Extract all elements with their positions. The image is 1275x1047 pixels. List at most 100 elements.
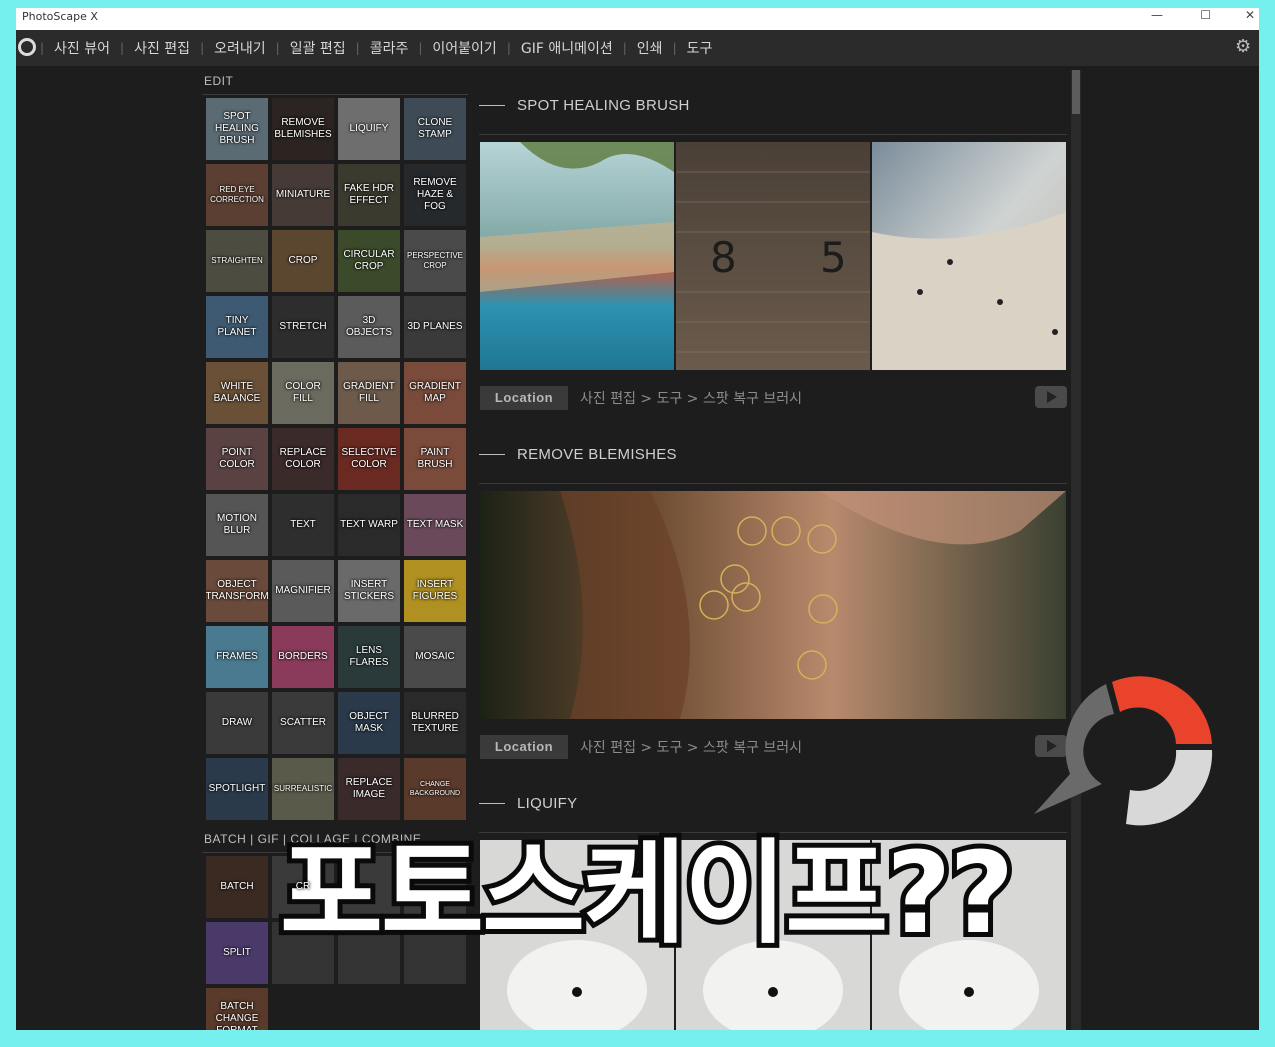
section-title-remove-blemishes: REMOVE BLEMISHES <box>517 446 677 463</box>
tool-tile-label: POINT COLOR <box>219 447 255 470</box>
tool-tile-label: REMOVE HAZE & FOG <box>413 177 457 212</box>
tool-tile-tiny-planet[interactable]: TINY PLANET <box>206 296 268 358</box>
tool-tile-blurred-texture[interactable]: BLURRED TEXTURE <box>404 692 466 754</box>
tool-tile-selective-color[interactable]: SELECTIVE COLOR <box>338 428 400 490</box>
location-bar: Location 사진 편집 > 도구 > 스팟 복구 브러시 <box>480 735 1067 759</box>
tool-tile-insert-figures[interactable]: INSERT FIGURES <box>404 560 466 622</box>
tool-tile-draw[interactable]: DRAW <box>206 692 268 754</box>
tool-tile-label: FAKE HDR EFFECT <box>343 183 394 206</box>
tool-tile-paint-brush[interactable]: PAINT BRUSH <box>404 428 466 490</box>
tool-tile-color-fill[interactable]: COLOR FILL <box>272 362 334 424</box>
tool-tile-fake-hdr-effect[interactable]: FAKE HDR EFFECT <box>338 164 400 226</box>
divider <box>479 134 1067 135</box>
tool-tile-object-transform[interactable]: OBJECT TRANSFORM <box>206 560 268 622</box>
tool-tile-gradient-map[interactable]: GRADIENT MAP <box>404 362 466 424</box>
edit-tools-grid: SPOT HEALING BRUSH REMOVE BLEMISHES LIQUIF… <box>206 98 466 820</box>
location-bar: Location 사진 편집 > 도구 > 스팟 복구 브러시 <box>480 386 1067 410</box>
divider <box>202 94 468 95</box>
tool-tile-straighten[interactable]: STRAIGHTEN <box>206 230 268 292</box>
remove-blemishes-preview-image <box>480 491 1066 719</box>
tool-tile-label: 3D PLANES <box>407 321 463 332</box>
tool-tile-insert-stickers[interactable]: INSERT STICKERS <box>338 560 400 622</box>
app-logo-icon[interactable] <box>18 38 36 56</box>
menu-tools[interactable]: 도구 <box>677 38 723 58</box>
tool-tile-label: SELECTIVE COLOR <box>341 447 397 470</box>
tool-tile-label: 3D OBJECTS <box>345 315 393 338</box>
location-tag: Location <box>480 386 568 410</box>
tool-tile-batch[interactable]: BATCH <box>206 856 268 918</box>
tool-tile-text[interactable]: TEXT <box>272 494 334 556</box>
scrollbar-thumb[interactable] <box>1072 70 1080 114</box>
tool-tile-surrealistic[interactable]: SURREALISTIC <box>272 758 334 820</box>
tool-tile-label: GRADIENT MAP <box>409 381 461 404</box>
window-title: PhotoScape X <box>22 10 98 23</box>
tool-tile-3d-planes[interactable]: 3D PLANES <box>404 296 466 358</box>
tool-tile-change-background[interactable]: CHANGE BACKGROUND <box>404 758 466 820</box>
tool-tile-text-mask[interactable]: TEXT MASK <box>404 494 466 556</box>
tool-tile-label: SURREALISTIC <box>273 784 333 793</box>
tool-tile-label: CIRCULAR CROP <box>343 249 395 272</box>
tool-tile-label: STRETCH <box>279 321 327 332</box>
tool-tile-circular-crop[interactable]: CIRCULAR CROP <box>338 230 400 292</box>
menu-photo-editor[interactable]: 사진 편집 <box>124 38 200 58</box>
tool-tile-label: TEXT <box>290 519 316 530</box>
tool-tile-miniature[interactable]: MINIATURE <box>272 164 334 226</box>
tool-tile-remove-haze-fog[interactable]: REMOVE HAZE & FOG <box>404 164 466 226</box>
tool-tile-label: OBJECT TRANSFORM <box>206 579 268 602</box>
tool-tile-gradient-fill[interactable]: GRADIENT FILL <box>338 362 400 424</box>
tool-tile-perspective-crop[interactable]: PERSPECTIVE CROP <box>404 230 466 292</box>
tool-tile-point-color[interactable]: POINT COLOR <box>206 428 268 490</box>
divider <box>479 483 1067 484</box>
vertical-scrollbar[interactable] <box>1071 70 1081 1030</box>
menu-print[interactable]: 인쇄 <box>627 38 673 58</box>
tool-tile-remove-blemishes[interactable]: REMOVE BLEMISHES <box>272 98 334 160</box>
menu-collage[interactable]: 콜라주 <box>360 38 419 58</box>
tool-tile-borders[interactable]: BORDERS <box>272 626 334 688</box>
tool-tile-label: PERSPECTIVE CROP <box>406 251 463 270</box>
tool-tile-magnifier[interactable]: MAGNIFIER <box>272 560 334 622</box>
section-title-spot-healing: SPOT HEALING BRUSH <box>517 97 690 114</box>
tool-tile-label: MAGNIFIER <box>275 585 331 596</box>
menu-batch[interactable]: 일괄 편집 <box>280 38 356 58</box>
tool-tile-text-warp[interactable]: TEXT WARP <box>338 494 400 556</box>
tool-tile-mosaic[interactable]: MOSAIC <box>404 626 466 688</box>
tool-tile-label: GRADIENT FILL <box>343 381 395 404</box>
tool-tile-frames[interactable]: FRAMES <box>206 626 268 688</box>
video-play-icon[interactable] <box>1035 386 1067 408</box>
tool-tile-label: REMOVE BLEMISHES <box>274 117 332 140</box>
maximize-button[interactable]: ☐ <box>1200 8 1211 22</box>
tool-tile-replace-image[interactable]: REPLACE IMAGE <box>338 758 400 820</box>
tool-tile-label: OBJECT MASK <box>349 711 389 734</box>
close-button[interactable]: ✕ <box>1245 8 1255 22</box>
location-tag: Location <box>480 735 568 759</box>
tool-tile-motion-blur[interactable]: MOTION BLUR <box>206 494 268 556</box>
tool-tile-crop[interactable]: CROP <box>272 230 334 292</box>
tool-tile-split[interactable]: SPLIT <box>206 922 268 984</box>
settings-gear-icon[interactable]: ⚙ <box>1235 38 1253 56</box>
tool-tile-label: TEXT WARP <box>340 519 398 530</box>
tool-tile-scatter[interactable]: SCATTER <box>272 692 334 754</box>
tool-tile-batch-change-format[interactable]: BATCH CHANGE FORMAT <box>206 988 268 1030</box>
spot-healing-preview-image: 8 5 <box>480 142 1066 370</box>
menu-combine[interactable]: 이어붙이기 <box>422 38 506 58</box>
tool-tile-label: CHANGE BACKGROUND <box>409 781 461 797</box>
tool-tile-object-mask[interactable]: OBJECT MASK <box>338 692 400 754</box>
tool-tile-spotlight[interactable]: SPOTLIGHT <box>206 758 268 820</box>
menu-cut-out[interactable]: 오려내기 <box>204 38 276 58</box>
tool-tile-red-eye-correction[interactable]: RED EYE CORRECTION <box>206 164 268 226</box>
heading-dash <box>479 803 505 804</box>
tool-tile-replace-color[interactable]: REPLACE COLOR <box>272 428 334 490</box>
tool-tile-lens-flares[interactable]: LENS FLARES <box>338 626 400 688</box>
tool-tile-3d-objects[interactable]: 3D OBJECTS <box>338 296 400 358</box>
tool-tile-label: BLURRED TEXTURE <box>411 711 459 734</box>
menu-photo-viewer[interactable]: 사진 뷰어 <box>44 38 120 58</box>
minimize-button[interactable]: — <box>1151 8 1163 22</box>
menu-gif-animation[interactable]: GIF 애니메이션 <box>511 38 623 58</box>
tool-tile-stretch[interactable]: STRETCH <box>272 296 334 358</box>
tool-tile-liquify[interactable]: LIQUIFY <box>338 98 400 160</box>
tool-tile-label: RED EYE CORRECTION <box>210 185 264 204</box>
tool-tile-white-balance[interactable]: WHITE BALANCE <box>206 362 268 424</box>
tool-tile-spot-healing-brush[interactable]: SPOT HEALING BRUSH <box>206 98 268 160</box>
tool-tile-label: MOSAIC <box>415 651 455 662</box>
tool-tile-clone-stamp[interactable]: CLONE STAMP <box>404 98 466 160</box>
